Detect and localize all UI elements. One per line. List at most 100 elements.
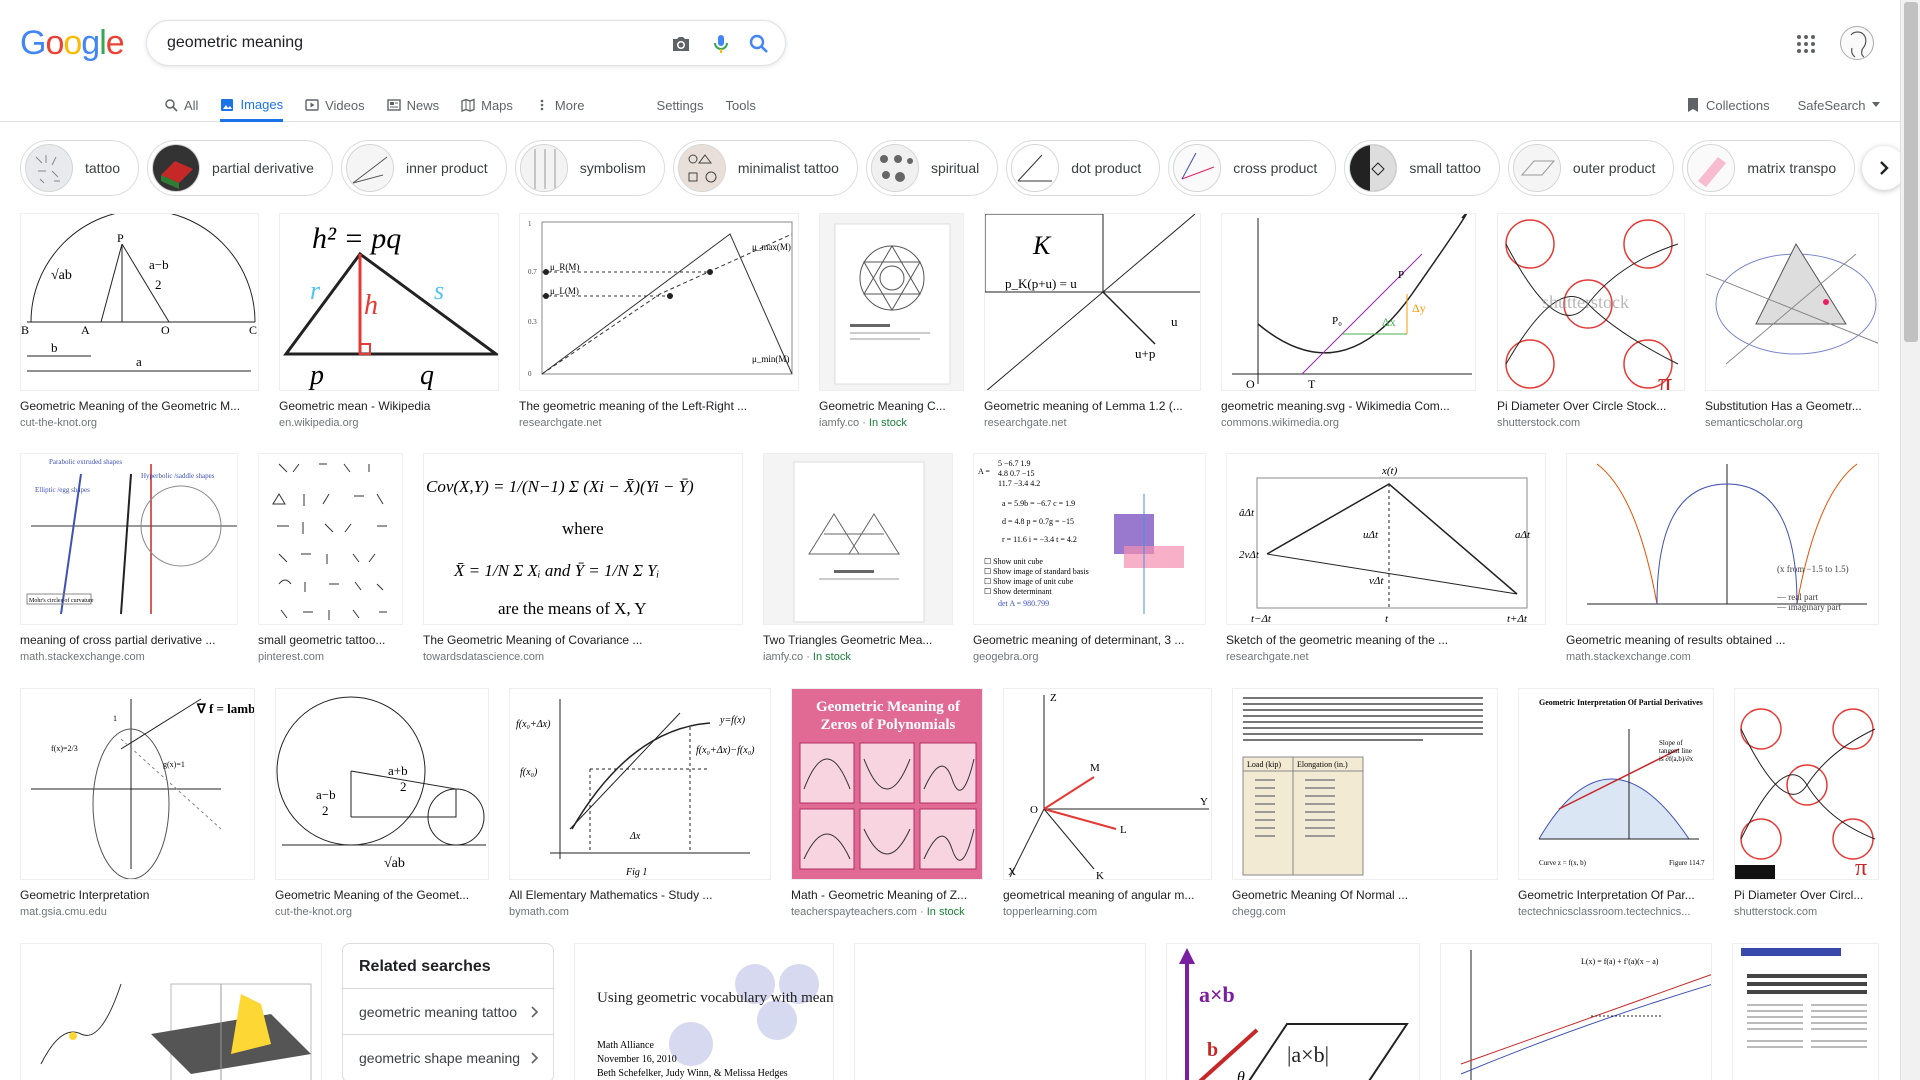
result-card[interactable]: y=f(x) f(x₀+Δx) f(x₀) f(x₀+Δx)−f(x₀) Δx Fig 1… bbox=[509, 688, 771, 918]
result-caption[interactable]: The Geometric Meaning of Covariance ... bbox=[423, 633, 743, 647]
result-caption[interactable]: Geometric Interpretation bbox=[20, 888, 255, 902]
apps-grid-icon[interactable] bbox=[1794, 32, 1818, 56]
chip-partial-derivative[interactable]: partial derivative bbox=[147, 140, 333, 196]
result-source[interactable]: researchgate.net bbox=[519, 417, 799, 429]
result-image[interactable] bbox=[1732, 943, 1879, 1080]
scrollbar-thumb[interactable] bbox=[1904, 2, 1918, 342]
result-card[interactable]: small geometric tattoo... pinterest.com bbox=[258, 453, 403, 663]
result-image[interactable]: Z Y X O M L K bbox=[1003, 688, 1212, 880]
result-caption[interactable]: geometric meaning.svg - Wikimedia Com... bbox=[1221, 399, 1476, 413]
result-image[interactable]: Geometric Interpretation Of Partial Deri… bbox=[1518, 688, 1714, 880]
result-caption[interactable]: Sketch of the geometric meaning of the .… bbox=[1226, 633, 1546, 647]
result-source[interactable]: researchgate.net bbox=[984, 417, 1201, 429]
result-source[interactable]: cut-the-knot.org bbox=[20, 417, 259, 429]
result-card[interactable]: Substitution Has a Geometr... semanticsc… bbox=[1705, 213, 1879, 429]
result-source[interactable]: teacherspayteachers.com · In stock bbox=[791, 906, 983, 918]
result-image[interactable]: h² = pq r h s p q bbox=[279, 213, 499, 391]
result-image[interactable] bbox=[854, 943, 1146, 1080]
result-image[interactable] bbox=[819, 213, 964, 391]
result-caption[interactable]: All Elementary Mathematics - Study ... bbox=[509, 888, 771, 902]
result-caption[interactable]: Substitution Has a Geometr... bbox=[1705, 399, 1879, 413]
result-source[interactable]: mat.gsia.cmu.edu bbox=[20, 906, 255, 918]
result-caption[interactable]: Geometric Meaning Of Normal ... bbox=[1232, 888, 1498, 902]
result-image[interactable]: π bbox=[1734, 688, 1879, 880]
result-card[interactable]: (x from −1.5 to 1.5) — real part — imagina… bbox=[1566, 453, 1879, 663]
result-card[interactable]: μ_R(M) μ_L(M) μ_max(M) μ_min(M) 1 0.7 0.3 0 T… bbox=[519, 213, 799, 429]
result-source[interactable]: topperlearning.com bbox=[1003, 906, 1212, 918]
chip-matrix-transpose[interactable]: matrix transpo bbox=[1682, 140, 1856, 196]
result-image[interactable]: μ_R(M) μ_L(M) μ_max(M) μ_min(M) 1 0.7 0.3 0 bbox=[519, 213, 799, 391]
result-caption[interactable]: Geometric Meaning of the Geomet... bbox=[275, 888, 489, 902]
result-source[interactable]: math.stackexchange.com bbox=[20, 651, 238, 663]
chip-inner-product[interactable]: inner product bbox=[340, 140, 507, 196]
result-image[interactable]: Δx Δy O T P₀ P bbox=[1221, 213, 1476, 391]
tab-videos[interactable]: Videos bbox=[305, 90, 365, 120]
result-card[interactable]: Geometric Meaning C... iamfy.co · In sto… bbox=[819, 213, 964, 429]
chip-tattoo[interactable]: tattoo bbox=[20, 140, 140, 196]
result-card[interactable]: L(x) = f(a) + f′(a)(x − a) bbox=[1440, 943, 1712, 1080]
result-card[interactable]: Load (kip) Elongation (in.) Geometric Mea… bbox=[1232, 688, 1498, 918]
result-source[interactable]: iamfy.co · In stock bbox=[819, 417, 964, 429]
result-image[interactable]: ∇ f = lambda ∇ g f(x)=2/3 g(x)=1 1 bbox=[20, 688, 255, 880]
result-card[interactable]: x(t) âΔt 2vΔt uΔt vΔt aΔt t−Δt t t+Δt Sketch o… bbox=[1226, 453, 1546, 663]
chip-symbolism[interactable]: symbolism bbox=[514, 140, 665, 196]
related-search-item[interactable]: geometric shape meaning bbox=[343, 1034, 553, 1080]
result-image[interactable] bbox=[258, 453, 403, 625]
result-image[interactable]: Cov(X,Y) = 1/(N−1) Σ (Xi − X̄)(Yi − Ȳ) w… bbox=[423, 453, 743, 625]
camera-icon[interactable] bbox=[669, 32, 693, 56]
result-card[interactable]: h² = pq r h s p q Geometric mean - Wikip… bbox=[279, 213, 499, 429]
result-card[interactable]: Parabolic extruded shapes Hyperbolic /sa… bbox=[20, 453, 238, 663]
result-source[interactable]: towardsdatascience.com bbox=[423, 651, 743, 663]
result-card[interactable]: shutterstock π Pi Diameter Over Circle S… bbox=[1497, 213, 1685, 429]
result-source[interactable]: math.stackexchange.com bbox=[1566, 651, 1879, 663]
result-source[interactable]: iamfy.co · In stock bbox=[763, 651, 953, 663]
related-search-item[interactable]: geometric meaning tattoo bbox=[343, 988, 553, 1034]
result-source[interactable]: semanticscholar.org bbox=[1705, 417, 1879, 429]
settings-link[interactable]: Settings bbox=[657, 90, 704, 120]
result-card[interactable]: ∇ f = lambda ∇ g f(x)=2/3 g(x)=1 1 Geometr… bbox=[20, 688, 255, 918]
result-source[interactable]: geogebra.org bbox=[973, 651, 1206, 663]
result-caption[interactable]: Geometric meaning of Lemma 1.2 (... bbox=[984, 399, 1201, 413]
result-caption[interactable]: Geometric mean - Wikipedia bbox=[279, 399, 499, 413]
result-caption[interactable]: Geometric Meaning of the Geometric M... bbox=[20, 399, 259, 413]
account-avatar[interactable] bbox=[1840, 26, 1874, 60]
result-caption[interactable]: Two Triangles Geometric Mea... bbox=[763, 633, 953, 647]
result-image[interactable] bbox=[763, 453, 953, 625]
result-caption[interactable]: Pi Diameter Over Circle Stock... bbox=[1497, 399, 1685, 413]
chip-outer-product[interactable]: outer product bbox=[1507, 140, 1675, 196]
result-caption[interactable]: Geometric meaning of results obtained ..… bbox=[1566, 633, 1879, 647]
result-image[interactable]: K p_K(p+u) = u u u+p bbox=[984, 213, 1201, 391]
result-card[interactable] bbox=[20, 943, 322, 1080]
result-source[interactable]: cut-the-knot.org bbox=[275, 906, 489, 918]
result-image[interactable]: a×b b |a×b| θ bbox=[1166, 943, 1420, 1080]
safesearch-dropdown[interactable]: SafeSearch bbox=[1798, 98, 1880, 113]
result-card[interactable]: Geometric Interpretation Of Partial Deri… bbox=[1518, 688, 1714, 918]
tools-link[interactable]: Tools bbox=[726, 90, 756, 120]
result-caption[interactable]: Pi Diameter Over Circl... bbox=[1734, 888, 1879, 902]
result-source[interactable]: en.wikipedia.org bbox=[279, 417, 499, 429]
chip-small-tattoo[interactable]: small tattoo bbox=[1344, 140, 1500, 196]
result-image[interactable]: shutterstock π bbox=[1497, 213, 1685, 391]
result-caption[interactable]: meaning of cross partial derivative ... bbox=[20, 633, 238, 647]
result-caption[interactable]: Geometric Interpretation Of Par... bbox=[1518, 888, 1714, 902]
result-caption[interactable]: Math - Geometric Meaning of Z... bbox=[791, 888, 983, 902]
result-image[interactable]: L(x) = f(a) + f′(a)(x − a) bbox=[1440, 943, 1712, 1080]
result-card[interactable]: Z Y X O M L K geometrical meaning of angular m… bbox=[1003, 688, 1212, 918]
page-scrollbar[interactable] bbox=[1900, 0, 1920, 1080]
result-card[interactable] bbox=[854, 943, 1146, 1080]
result-source[interactable]: bymath.com bbox=[509, 906, 771, 918]
result-caption[interactable]: small geometric tattoo... bbox=[258, 633, 403, 647]
chip-cross-product[interactable]: cross product bbox=[1168, 140, 1337, 196]
result-card[interactable]: Using geometric vocabulary with meaning … bbox=[574, 943, 834, 1080]
result-card[interactable]: Δx Δy O T P₀ P geometric meaning.svg - Wik… bbox=[1221, 213, 1476, 429]
tab-more[interactable]: More bbox=[535, 90, 585, 120]
result-card[interactable]: a×b b |a×b| θ bbox=[1166, 943, 1420, 1080]
result-image[interactable]: (x from −1.5 to 1.5) — real part — imagina… bbox=[1566, 453, 1879, 625]
result-card[interactable]: A = 5 −6.7 1.9 4.8 0.7 −15 11.7 −3.4 4.2 a… bbox=[973, 453, 1206, 663]
result-source[interactable]: shutterstock.com bbox=[1734, 906, 1879, 918]
search-icon[interactable] bbox=[747, 32, 771, 56]
tab-images[interactable]: Images bbox=[220, 90, 284, 122]
result-image[interactable]: x(t) âΔt 2vΔt uΔt vΔt aΔt t−Δt t t+Δt bbox=[1226, 453, 1546, 625]
result-caption[interactable]: geometrical meaning of angular m... bbox=[1003, 888, 1212, 902]
result-image[interactable]: Load (kip) Elongation (in.) bbox=[1232, 688, 1498, 880]
